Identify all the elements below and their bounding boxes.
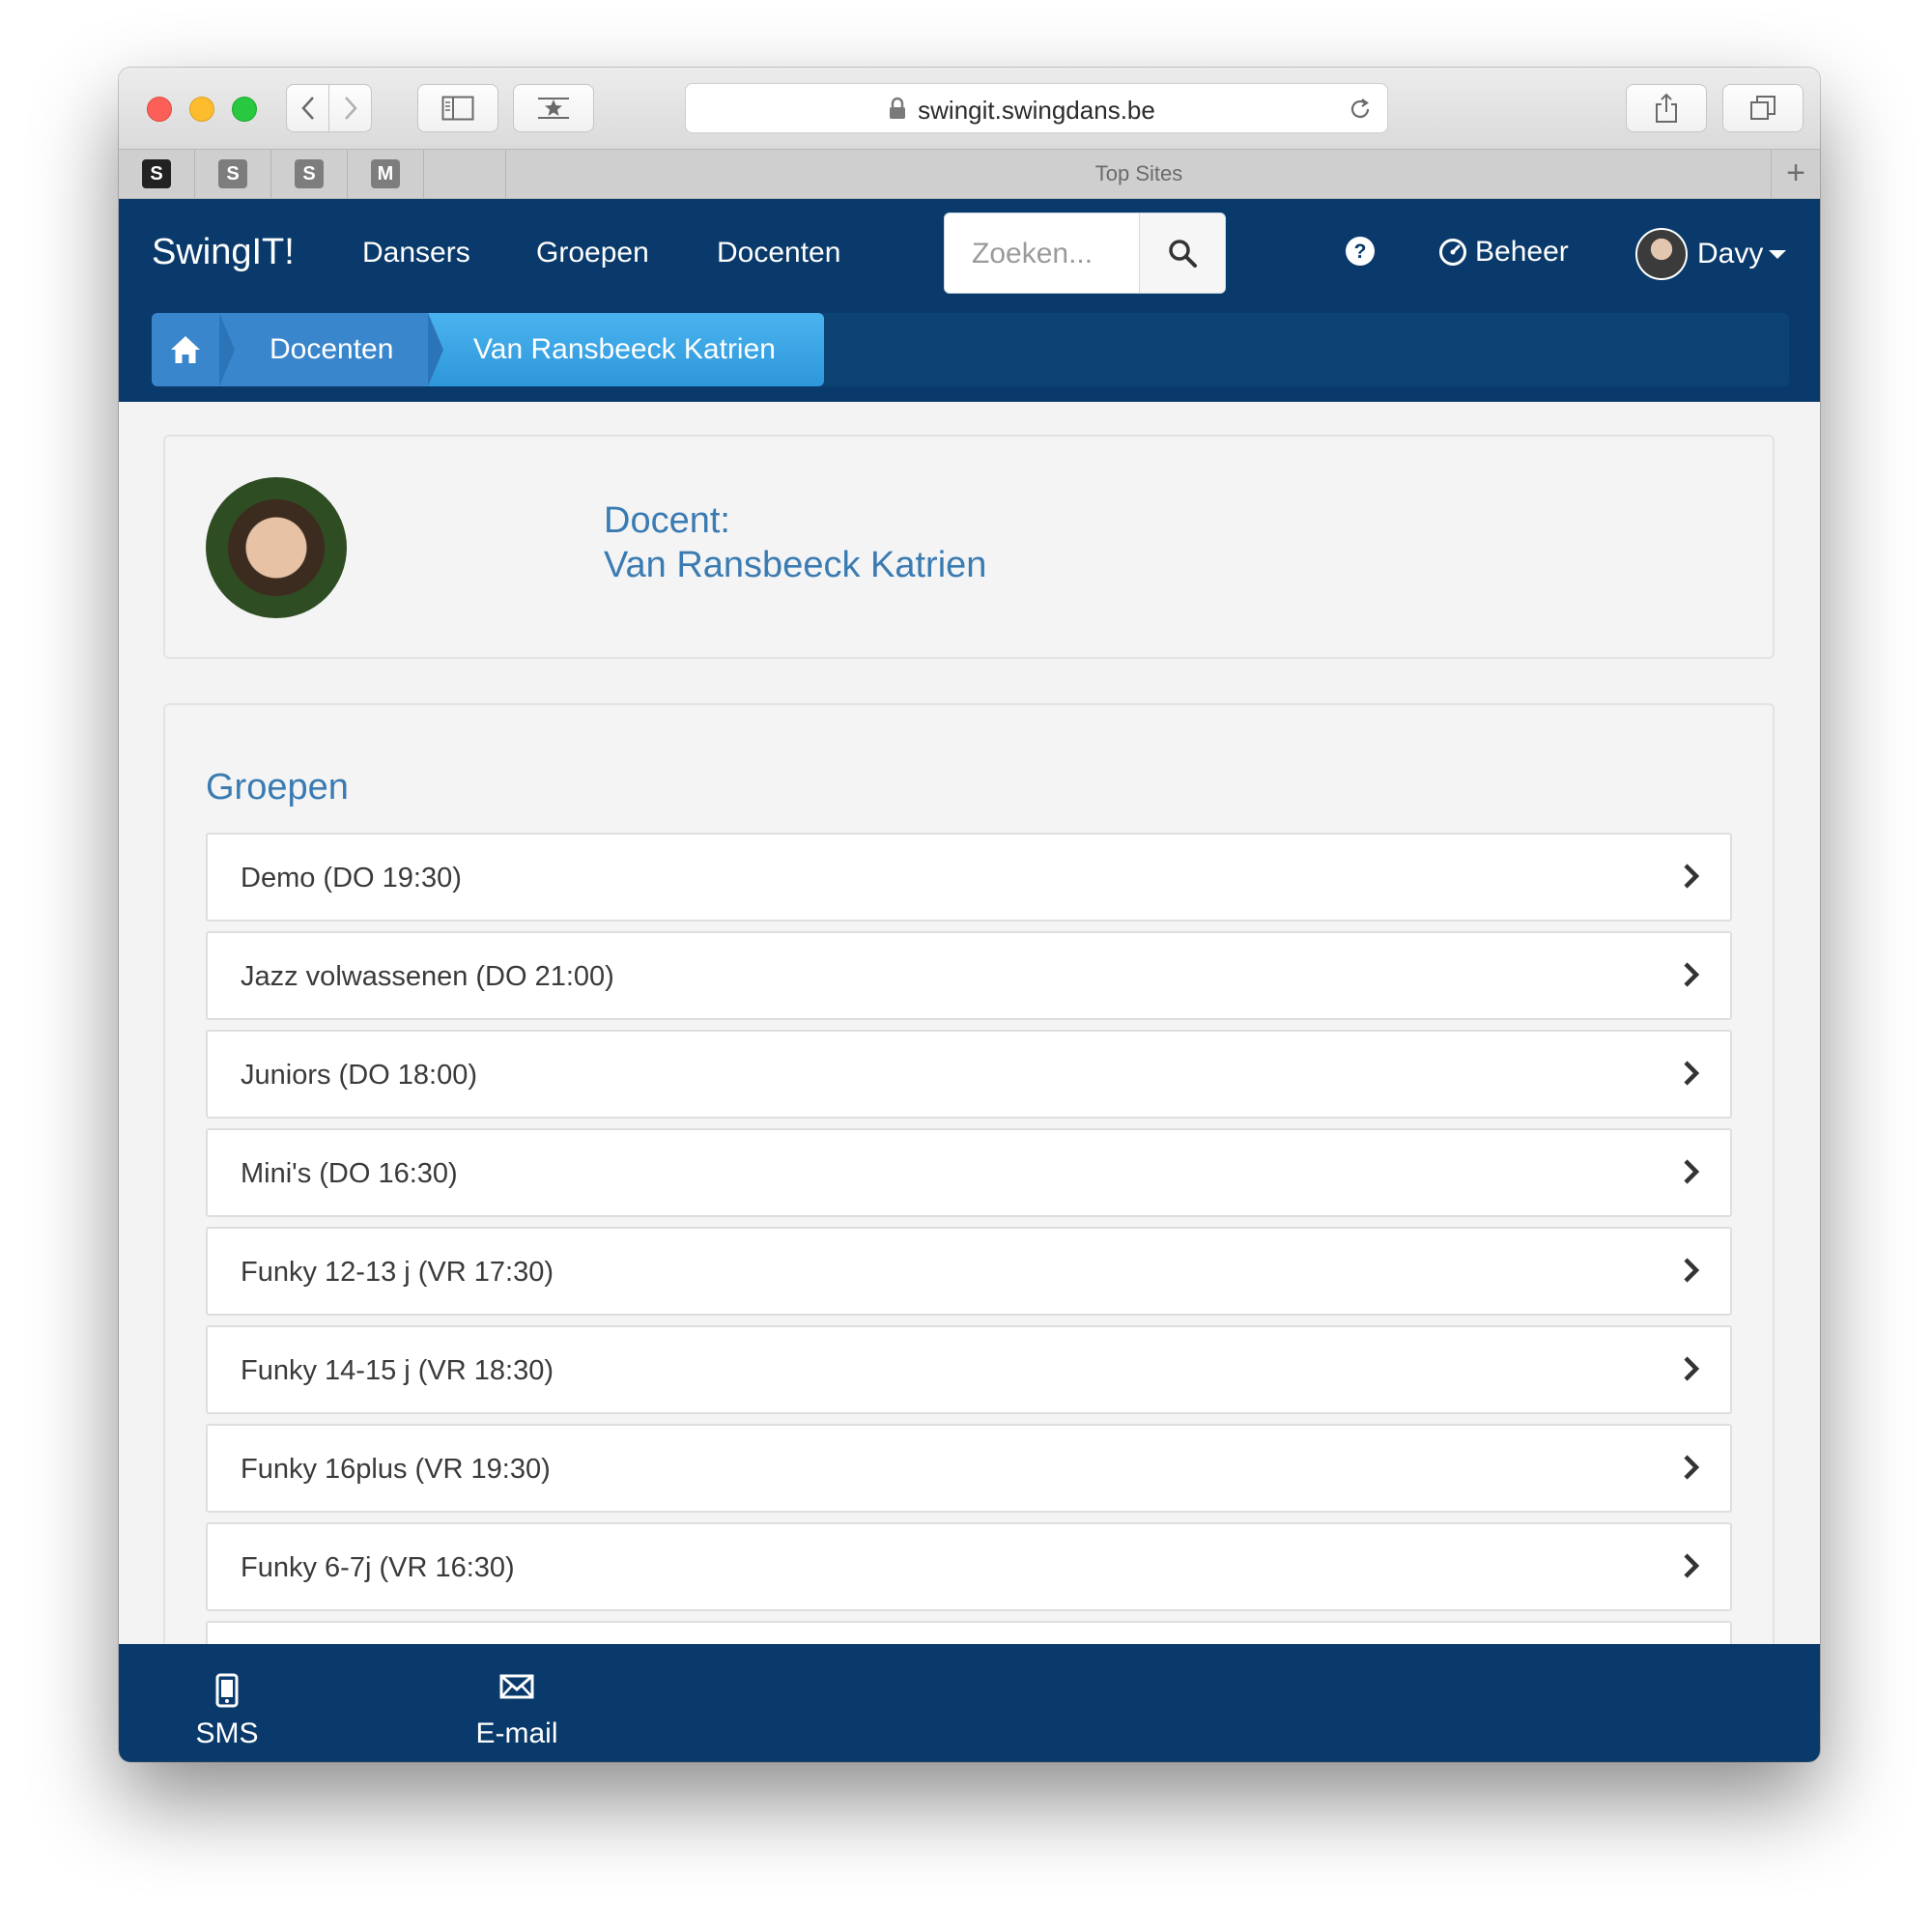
app-navbar: SwingIT! Dansers Groepen Docenten Zoeken…: [119, 199, 1820, 402]
group-item-label: Juniors (DO 18:00): [241, 1060, 477, 1091]
new-tab-button[interactable]: +: [1771, 150, 1820, 198]
beheer-link[interactable]: Beheer: [1438, 236, 1569, 269]
sidebar-icon: [441, 96, 474, 121]
sms-label: SMS: [195, 1717, 259, 1749]
breadcrumb-current: Van Ransbeeck Katrien: [428, 313, 824, 386]
browser-window: swingit.swingdans.be S S S M Top Sites +: [119, 68, 1820, 1762]
close-window-button[interactable]: [147, 97, 172, 122]
main-content: Docent: Van Ransbeeck Katrien Groepen De…: [119, 402, 1820, 1644]
favorites-bar: S S S M Top Sites +: [119, 149, 1820, 199]
caret-down-icon: [1769, 249, 1787, 259]
breadcrumb-separator: [219, 313, 235, 386]
email-label: E-mail: [475, 1717, 558, 1749]
zoom-window-button[interactable]: [232, 97, 257, 122]
chevron-right-icon: [1682, 1157, 1701, 1191]
group-item[interactable]: Jazz volwassenen (DO 21:00): [206, 931, 1732, 1020]
envelope-icon: [459, 1673, 575, 1712]
chevron-right-icon: [1682, 1256, 1701, 1290]
docent-name: Van Ransbeeck Katrien: [604, 545, 987, 585]
url-text: swingit.swingdans.be: [918, 96, 1155, 125]
mobile-phone-icon: [179, 1673, 275, 1712]
breadcrumb-home[interactable]: [152, 313, 219, 386]
show-tabs-button[interactable]: [1722, 84, 1804, 132]
email-button[interactable]: E-mail: [459, 1673, 575, 1750]
groups-list: Demo (DO 19:30) Jazz volwassenen (DO 21:…: [206, 833, 1732, 1644]
share-button[interactable]: [1626, 84, 1707, 132]
beheer-label: Beheer: [1475, 236, 1569, 268]
search-icon: [1169, 240, 1197, 268]
group-item-label: Demo (DO 19:30): [241, 863, 462, 894]
browser-toolbar: swingit.swingdans.be: [119, 68, 1820, 149]
group-item[interactable]: [206, 1621, 1732, 1644]
address-bar[interactable]: swingit.swingdans.be: [685, 83, 1388, 133]
groups-panel: Groepen Demo (DO 19:30) Jazz volwassenen…: [163, 703, 1775, 1644]
profile-panel: Docent: Van Ransbeeck Katrien: [163, 435, 1775, 659]
minimize-window-button[interactable]: [189, 97, 214, 122]
favorite-item[interactable]: S: [119, 150, 195, 198]
group-item[interactable]: Funky 16plus (VR 19:30): [206, 1424, 1732, 1513]
user-name: Davy: [1697, 238, 1764, 269]
group-item[interactable]: Funky 12-13 j (VR 17:30): [206, 1227, 1732, 1316]
dashboard-icon: [1438, 238, 1467, 267]
favorite-icon: M: [371, 159, 400, 188]
chevron-right-icon: [1682, 1354, 1701, 1388]
teacher-photo: [206, 477, 347, 618]
nav-link-dansers[interactable]: Dansers: [362, 237, 470, 269]
group-item[interactable]: Funky 6-7j (VR 16:30): [206, 1522, 1732, 1611]
avatar: [1635, 228, 1688, 280]
group-item-label: Funky 12-13 j (VR 17:30): [241, 1257, 554, 1288]
home-icon: [171, 336, 200, 363]
group-item-label: Funky 6-7j (VR 16:30): [241, 1552, 515, 1583]
chevron-right-icon: [1682, 1551, 1701, 1585]
favorite-icon: S: [142, 159, 171, 188]
star-grid-icon: [538, 98, 569, 119]
help-icon[interactable]: ?: [1345, 236, 1376, 271]
nav-link-groepen[interactable]: Groepen: [536, 237, 649, 269]
tabs-icon: [1750, 96, 1776, 120]
group-item-label: Funky 14-15 j (VR 18:30): [241, 1355, 554, 1386]
top-sites-button[interactable]: [513, 84, 594, 132]
back-button[interactable]: [286, 84, 329, 132]
share-icon: [1656, 93, 1677, 123]
nav-link-docenten[interactable]: Docenten: [717, 237, 840, 269]
search-button[interactable]: [1139, 213, 1225, 293]
group-item-label: Mini's (DO 16:30): [241, 1158, 458, 1189]
user-menu[interactable]: Davy: [1635, 228, 1787, 280]
top-sites-tab[interactable]: Top Sites: [505, 150, 1772, 198]
brand-logo[interactable]: SwingIT!: [152, 232, 295, 273]
group-item[interactable]: Juniors (DO 18:00): [206, 1030, 1732, 1119]
favorite-item[interactable]: S: [271, 150, 348, 198]
svg-text:?: ?: [1354, 241, 1367, 263]
forward-button[interactable]: [328, 84, 372, 132]
favorite-icon: S: [218, 159, 247, 188]
chevron-right-icon: [1682, 1059, 1701, 1092]
chevron-right-icon: [1682, 1453, 1701, 1487]
chevron-right-icon: [1682, 960, 1701, 994]
breadcrumb-docenten[interactable]: Docenten: [219, 313, 428, 386]
favorite-item[interactable]: S: [195, 150, 271, 198]
group-item-label: Funky 16plus (VR 19:30): [241, 1454, 551, 1485]
breadcrumb: Docenten Van Ransbeeck Katrien: [152, 313, 1789, 386]
footer-action-bar: SMS E-mail: [119, 1644, 1820, 1762]
group-item[interactable]: Demo (DO 19:30): [206, 833, 1732, 922]
chevron-left-icon: [300, 97, 314, 120]
group-item[interactable]: Funky 14-15 j (VR 18:30): [206, 1325, 1732, 1414]
chevron-right-icon: [1682, 862, 1701, 895]
search-input[interactable]: Zoeken...: [972, 238, 1093, 270]
group-item-label: Jazz volwassenen (DO 21:00): [241, 961, 614, 992]
sidebar-toggle-button[interactable]: [417, 84, 498, 132]
favorite-item[interactable]: M: [348, 150, 424, 198]
favorite-icon: S: [295, 159, 324, 188]
search-form: Zoeken...: [944, 213, 1226, 294]
group-item[interactable]: Mini's (DO 16:30): [206, 1128, 1732, 1217]
reload-icon[interactable]: [1347, 96, 1374, 129]
chevron-right-icon: [344, 97, 357, 120]
docent-label: Docent:: [604, 500, 730, 541]
breadcrumb-separator: [428, 313, 443, 386]
groups-title: Groepen: [206, 767, 349, 808]
sms-button[interactable]: SMS: [179, 1673, 275, 1750]
